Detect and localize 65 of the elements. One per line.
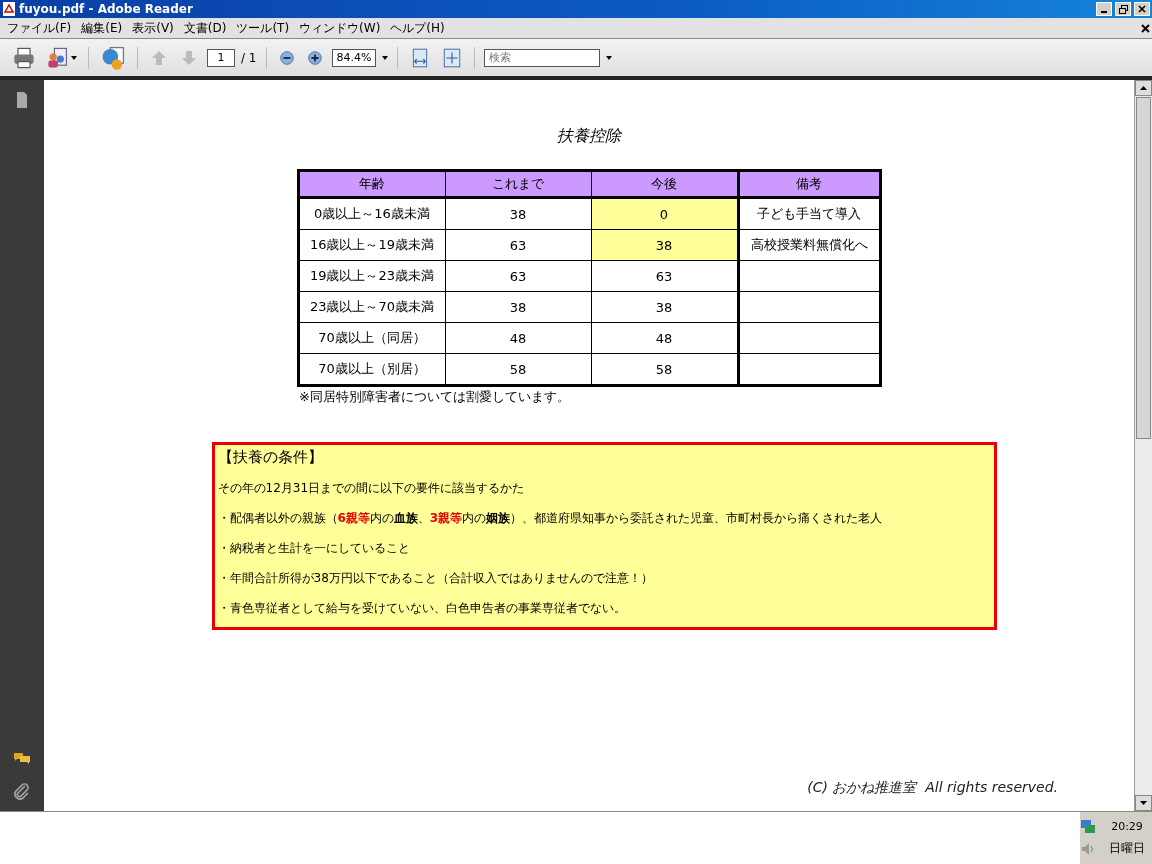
menu-item[interactable]: 表示(V) [127,19,179,37]
table-cell: 70歳以上（別居） [298,353,445,386]
condition-text: ・年間合計所得が38万円以下であること（合計収入ではありませんので注意！） [217,570,654,587]
search-field[interactable]: 検索 [483,48,600,67]
column-header: 年齢 [298,170,445,198]
caret-icon [71,55,77,60]
menu-item[interactable]: ファイル(F) [2,19,77,37]
scroll-thumb[interactable] [1136,97,1151,439]
table-cell: 高校授業料無償化へ [738,229,880,261]
table-cell: 38 [591,291,738,323]
column-header: これまで [445,170,591,198]
people-icon[interactable] [46,45,70,70]
footnote: ※同居特別障害者については割愛しています。 [299,388,571,406]
table-cell: 38 [445,197,591,230]
close-icon[interactable] [1141,23,1150,33]
table-cell: 0歳以上～16歳未満 [298,197,445,230]
condition-text: ・配偶者以外の親族（6親等内の血族、3親等内の姻族）、都道府県知事から委託された児童、市町村長から痛くされた老人 [217,510,884,527]
table-cell: 16歳以上～19歳未満 [298,229,445,261]
menu-item[interactable]: 編集(E) [76,19,128,37]
table-cell: 48 [591,322,738,354]
table-cell: 58 [445,353,591,386]
copyright-text: (C) おかね推進室 All rights reserved. [807,779,1058,797]
table-cell: 63 [591,260,738,292]
zoom-field[interactable]: 84.4% [331,48,376,67]
clock-day: 日曜日 [1102,840,1152,858]
page-total: / 1 [241,50,257,65]
menu-item[interactable]: ツール(T) [231,19,295,37]
table-cell: 48 [445,322,591,354]
minimize-button[interactable] [1096,2,1112,16]
close-icon [1138,5,1146,13]
conditions-heading: 【扶養の条件】 [217,448,324,467]
menu-item[interactable]: ウィンドウ(W) [294,19,386,37]
condition-text: ・青色専従者として給与を受けていない、白色申告者の事業専従者でない。 [217,600,627,617]
scroll-down-button[interactable] [1135,795,1152,811]
paperclip-icon[interactable] [12,781,32,801]
restore-button[interactable] [1115,2,1131,16]
page-number-field[interactable]: 1 [207,48,235,67]
condition-text: ・納税者と生計を一にしていること [217,540,411,557]
table-cell: 23歳以上～70歳未満 [298,291,445,323]
network-icon[interactable] [1080,818,1096,835]
table-cell: 19歳以上～23歳未満 [298,260,445,292]
scroll-up-button[interactable] [1135,80,1152,96]
caret-icon[interactable] [381,55,388,60]
menu-item[interactable]: 文書(D) [178,19,232,37]
down-triangle-icon [1140,801,1147,805]
table-cell: 0 [591,197,738,230]
table-cell: 子ども手当て導入 [738,197,880,230]
close-button[interactable] [1134,2,1150,16]
table-cell: 70歳以上（同居） [298,322,445,354]
table-cell: 63 [445,229,591,261]
table-cell: 58 [591,353,738,386]
restore-icon [1118,4,1128,14]
column-header: 今後 [591,170,738,198]
condition-text: その年の12月31日までの間に以下の要件に該当するかた [217,480,526,497]
menu-item[interactable]: ヘルプ(H) [385,19,450,37]
column-header: 備考 [738,170,880,198]
table-cell: 38 [591,229,738,261]
table-cell: 38 [445,291,591,323]
table-cell: 63 [445,260,591,292]
caret-icon[interactable] [605,55,612,60]
up-triangle-icon [1140,86,1147,90]
document-title: 扶養控除 [557,126,621,147]
pdf-icon [2,2,16,16]
window-title: fuyou.pdf - Adobe Reader [19,2,194,16]
clock-time: 20:29 [1110,820,1144,834]
